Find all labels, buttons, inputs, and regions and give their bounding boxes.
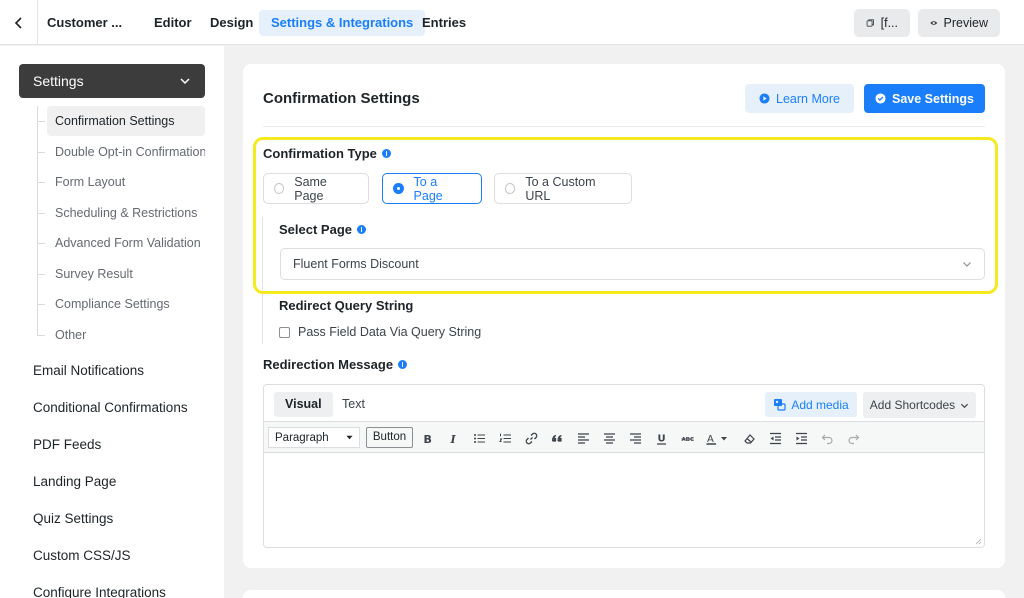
chevron-down-icon: [180, 78, 190, 85]
redirect-query-heading: Redirect Query String: [279, 298, 413, 313]
svg-text:U: U: [657, 433, 665, 444]
shortcode-button[interactable]: [f...: [854, 9, 910, 37]
insert-button-button[interactable]: Button: [366, 427, 413, 448]
svg-text:I: I: [449, 433, 456, 445]
align-right-icon[interactable]: [627, 430, 643, 446]
media-icon: [774, 399, 786, 411]
align-center-icon[interactable]: [601, 430, 617, 446]
play-circle-icon: [759, 93, 770, 104]
rich-text-editor: Visual Text Add media Add Shortcodes Par…: [263, 384, 985, 548]
editor-toolbar: Paragraph Button B I U ABC A: [264, 421, 984, 453]
sidebar-item-custom-css-js[interactable]: Custom CSS/JS: [33, 548, 131, 563]
sidebar-item-advanced-validation[interactable]: Advanced Form Validation: [47, 228, 205, 258]
info-icon[interactable]: [398, 360, 408, 369]
highlight-box: [253, 137, 998, 294]
tab-text[interactable]: Text: [331, 392, 376, 417]
redirection-message-heading: Redirection Message: [263, 357, 408, 372]
learn-more-label: Learn More: [776, 91, 840, 106]
pass-field-label: Pass Field Data Via Query String: [298, 325, 482, 339]
clear-formatting-icon[interactable]: [741, 430, 757, 446]
sidebar-item-configure-integrations[interactable]: Configure Integrations: [33, 585, 166, 598]
text-color-icon[interactable]: A: [705, 430, 729, 446]
sidebar-item-email-notifications[interactable]: Email Notifications: [33, 363, 144, 378]
tree-branch: [37, 304, 45, 305]
tab-editor[interactable]: Editor: [142, 10, 204, 36]
pass-field-checkbox[interactable]: [279, 326, 290, 338]
redirect-query-label: Redirect Query String: [279, 298, 414, 313]
tree-branch: [37, 213, 45, 214]
tree-branch: [37, 243, 45, 244]
save-settings-label: Save Settings: [892, 91, 974, 106]
redo-icon[interactable]: [845, 430, 861, 446]
form-name[interactable]: Customer ...: [47, 15, 122, 30]
preview-button[interactable]: Preview: [918, 9, 1000, 37]
save-settings-button[interactable]: Save Settings: [864, 84, 985, 113]
strikethrough-icon[interactable]: ABC: [679, 430, 695, 446]
sidebar-item-pdf-feeds[interactable]: PDF Feeds: [33, 437, 101, 452]
outdent-icon[interactable]: [767, 430, 783, 446]
settings-dropdown-label: Settings: [33, 73, 84, 89]
tab-visual[interactable]: Visual: [274, 392, 333, 417]
settings-dropdown[interactable]: Settings: [19, 64, 205, 98]
sidebar-item-landing-page[interactable]: Landing Page: [33, 474, 116, 489]
tree-branch: [37, 182, 45, 183]
learn-more-button[interactable]: Learn More: [745, 84, 854, 113]
sidebar-item-compliance[interactable]: Compliance Settings: [47, 289, 205, 319]
add-media-label: Add media: [791, 397, 849, 412]
back-button[interactable]: [0, 0, 38, 45]
underline-icon[interactable]: U: [653, 430, 669, 446]
sidebar-item-conditional-confirmations[interactable]: Conditional Confirmations: [33, 400, 188, 415]
divider: [263, 126, 985, 127]
tree-branch: [37, 274, 45, 275]
link-icon[interactable]: [523, 430, 539, 446]
top-bar: Customer ... Editor Design Settings & In…: [0, 0, 1024, 45]
tab-settings-integrations[interactable]: Settings & Integrations: [259, 10, 426, 36]
sub-tree-line: [37, 106, 38, 336]
tree-branch: [37, 152, 45, 153]
blockquote-icon[interactable]: [549, 430, 565, 446]
chevron-down-icon: [961, 403, 969, 408]
caret-down-icon: [346, 435, 353, 440]
sidebar: Settings Confirmation Settings Double Op…: [0, 46, 224, 598]
sidebar-item-scheduling[interactable]: Scheduling & Restrictions: [47, 198, 205, 228]
add-shortcodes-label: Add Shortcodes: [869, 398, 956, 412]
sidebar-item-other[interactable]: Other: [47, 320, 205, 350]
eye-icon: [930, 21, 938, 25]
sidebar-item-survey-result[interactable]: Survey Result: [47, 259, 205, 289]
italic-icon[interactable]: I: [445, 430, 461, 446]
shortcode-label: [f...: [880, 16, 898, 30]
next-card: [243, 590, 1005, 598]
indent-icon[interactable]: [793, 430, 809, 446]
tree-branch: [37, 121, 45, 122]
editor-tabs: Visual Text Add media Add Shortcodes: [264, 385, 984, 421]
page-title: Confirmation Settings: [263, 90, 420, 107]
tab-entries[interactable]: Entries: [410, 10, 478, 36]
sidebar-item-confirmation-settings[interactable]: Confirmation Settings: [47, 106, 205, 136]
paragraph-label: Paragraph: [275, 431, 329, 444]
copy-icon: [866, 19, 874, 27]
check-circle-icon: [875, 93, 886, 104]
numbered-list-icon[interactable]: [497, 430, 513, 446]
tab-design[interactable]: Design: [198, 10, 265, 36]
editor-content-area[interactable]: [264, 453, 984, 547]
preview-label: Preview: [943, 16, 988, 30]
svg-text:B: B: [423, 433, 431, 445]
svg-text:ABC: ABC: [681, 437, 694, 443]
sidebar-item-quiz-settings[interactable]: Quiz Settings: [33, 511, 113, 526]
bold-icon[interactable]: B: [419, 430, 435, 446]
add-media-button[interactable]: Add media: [765, 392, 857, 417]
sidebar-item-double-opt-in[interactable]: Double Opt-in Confirmation: [47, 137, 205, 167]
paragraph-format-select[interactable]: Paragraph: [268, 427, 360, 448]
redirection-message-label: Redirection Message: [263, 357, 394, 372]
undo-icon[interactable]: [819, 430, 835, 446]
resize-handle-icon[interactable]: [974, 537, 982, 545]
tree-branch: [37, 335, 45, 336]
pass-field-data-row[interactable]: Pass Field Data Via Query String: [279, 325, 481, 339]
add-shortcodes-dropdown[interactable]: Add Shortcodes: [863, 392, 976, 418]
sidebar-item-form-layout[interactable]: Form Layout: [47, 167, 205, 197]
align-left-icon[interactable]: [575, 430, 591, 446]
chevron-left-icon: [14, 16, 22, 29]
bullet-list-icon[interactable]: [471, 430, 487, 446]
